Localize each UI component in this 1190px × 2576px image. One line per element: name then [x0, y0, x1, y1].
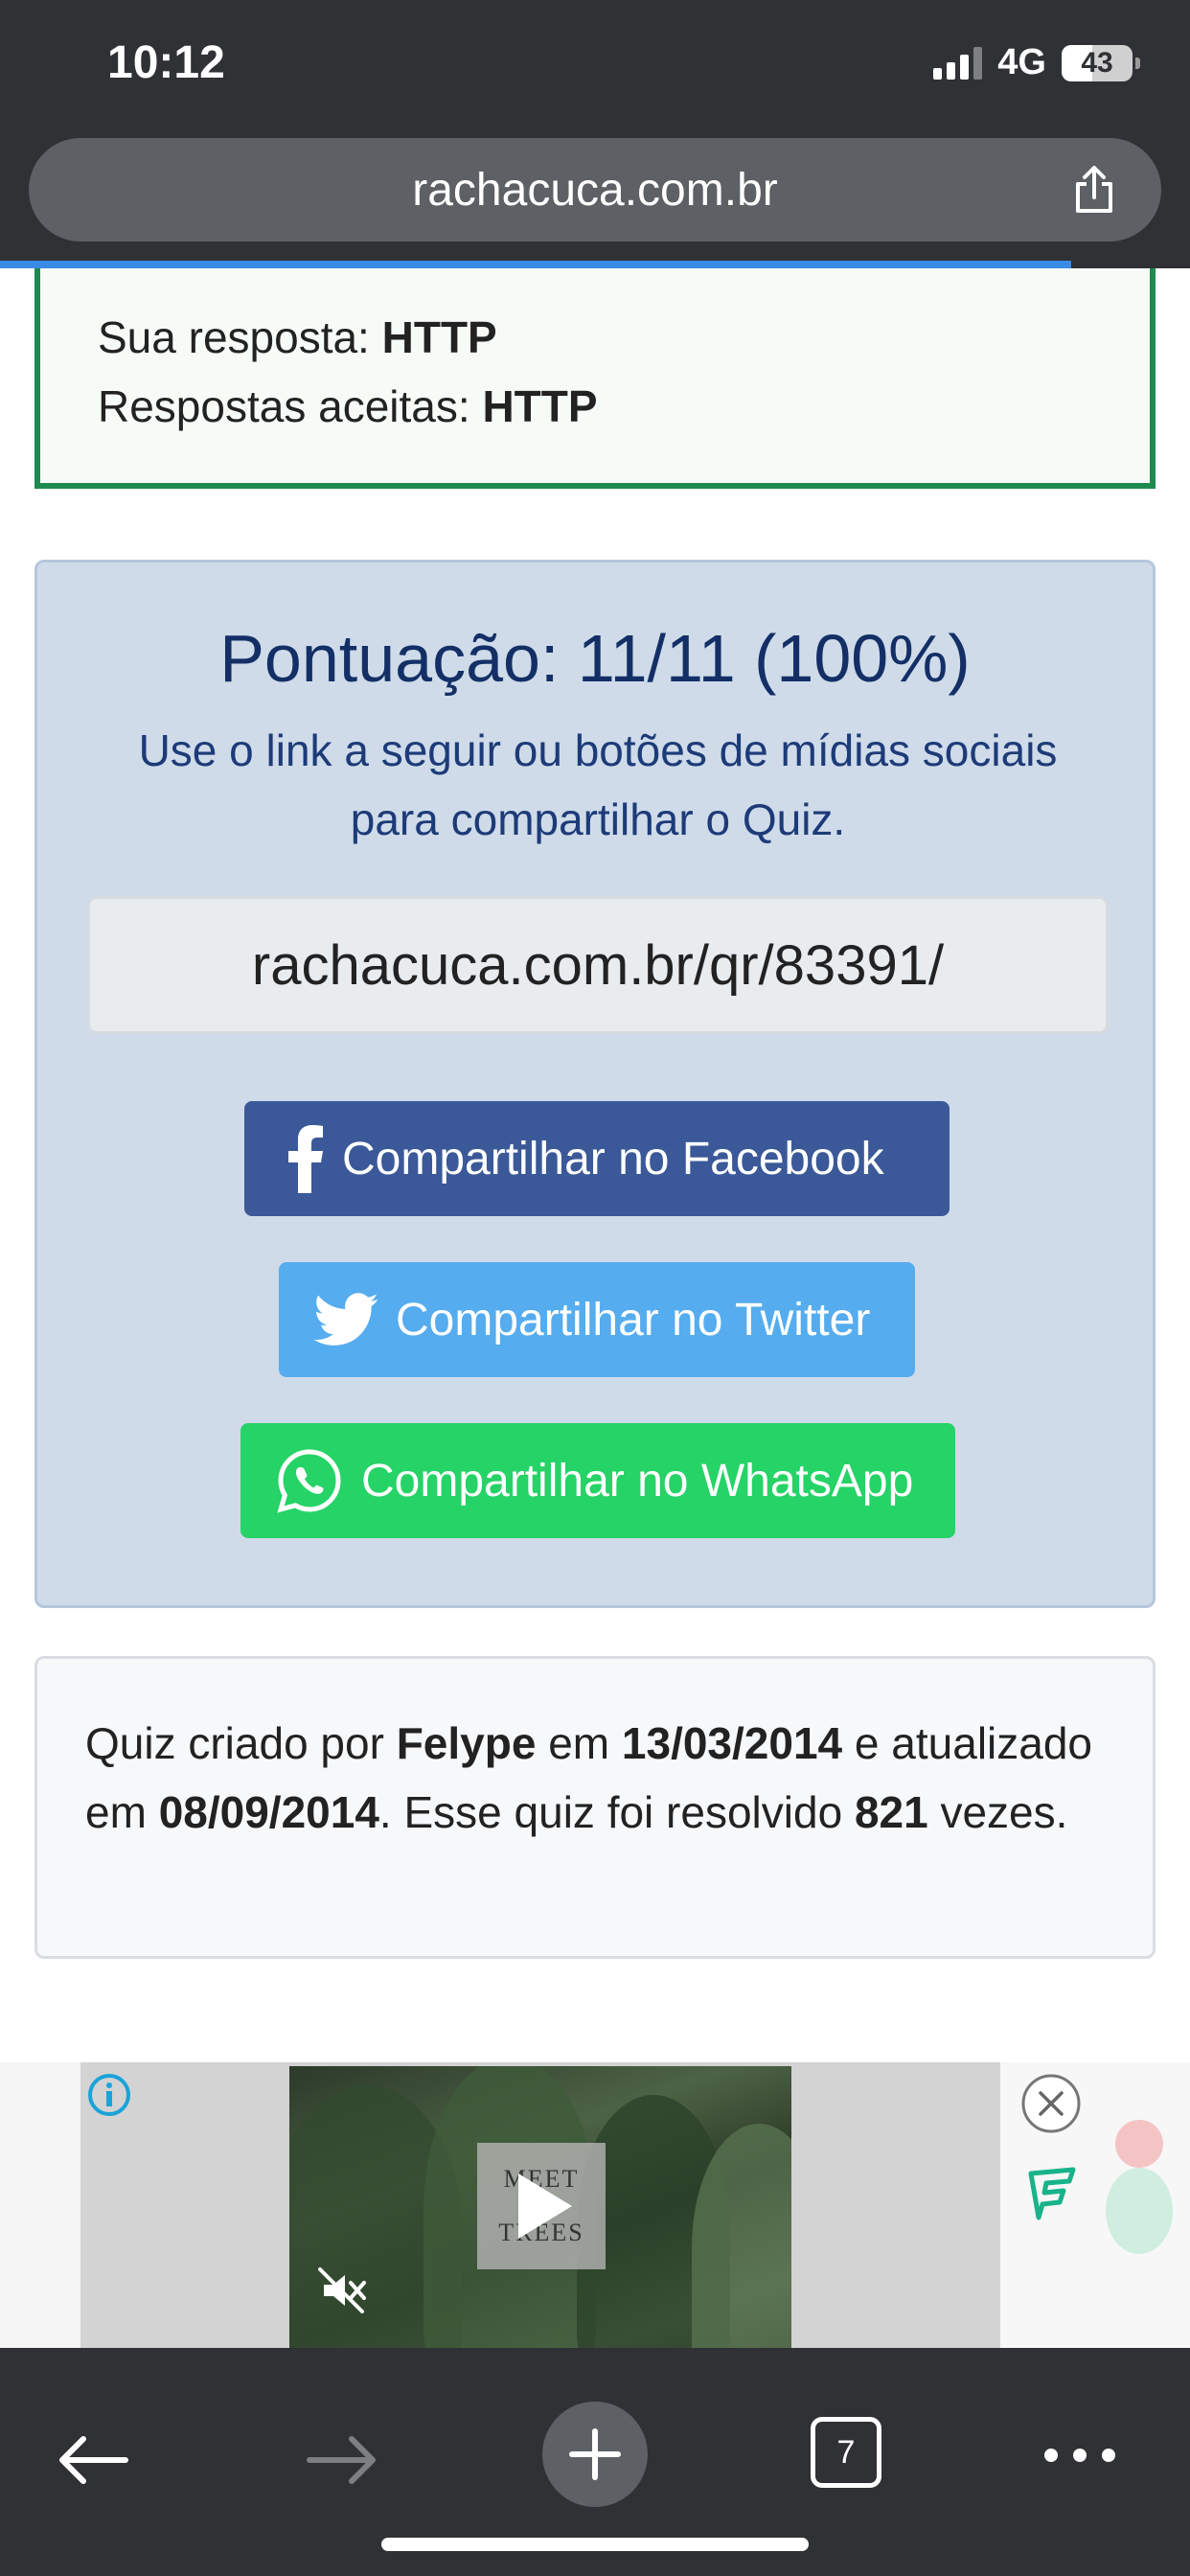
your-answer-label: Sua resposta: [98, 312, 370, 362]
share-twitter-label: Compartilhar no Twitter [396, 1294, 871, 1346]
updated-date: 08/09/2014 [158, 1787, 379, 1837]
solved-count: 821 [854, 1787, 928, 1837]
quiz-author: Felype [396, 1718, 537, 1768]
forward-button[interactable] [299, 2417, 385, 2503]
accepted-answers-row: Respostas aceitas: HTTP [98, 372, 1150, 441]
twitter-icon [313, 1293, 378, 1346]
answer-box: Sua resposta: HTTP Respostas aceitas: HT… [34, 268, 1156, 489]
new-tab-button[interactable] [542, 2402, 648, 2507]
address-bar[interactable]: rachacuca.com.br [29, 138, 1161, 242]
play-icon [518, 2174, 572, 2239]
score-description: Use o link a seguir ou botões de mídias … [138, 725, 1058, 844]
ad-info-icon[interactable] [86, 2072, 132, 2118]
share-icon[interactable] [1065, 161, 1123, 218]
back-button[interactable] [50, 2417, 136, 2503]
battery-icon: 43 [1062, 44, 1140, 81]
network-type: 4G [997, 42, 1046, 82]
url-text: rachacuca.com.br [412, 164, 778, 216]
solved-text: . Esse quiz foi resolvido [378, 1787, 843, 1837]
more-dots-icon [1044, 2449, 1115, 2462]
score-card: Pontuação: 11/11 (100%) Use o link a seg… [34, 560, 1156, 1608]
more-menu-button[interactable] [1037, 2426, 1123, 2484]
share-link-field[interactable]: rachacuca.com.br/qr/83391/ [87, 896, 1109, 1034]
whatsapp-icon [275, 1446, 344, 1515]
share-whatsapp-label: Compartilhar no WhatsApp [361, 1455, 914, 1506]
score-title: Pontuação: 11/11 (100%) [219, 621, 971, 696]
times-text: vezes. [940, 1787, 1068, 1837]
ad-brand-icon[interactable] [1021, 2164, 1081, 2223]
share-twitter-button[interactable]: Compartilhar no Twitter [279, 1262, 915, 1377]
browser-top-bar: 10:12 4G 43 rachacuca.com.br [0, 0, 1190, 268]
created-date: 13/03/2014 [621, 1718, 843, 1768]
quiz-info-card: Quiz criado por Felype em 13/03/2014 e a… [34, 1656, 1156, 1959]
plus-icon [569, 2428, 621, 2480]
mute-icon[interactable] [316, 2264, 370, 2317]
ad-play-button[interactable]: MEET TREES [477, 2143, 606, 2269]
home-indicator[interactable] [381, 2538, 809, 2551]
status-indicators: 4G 43 [933, 42, 1140, 83]
em-text: em [548, 1718, 610, 1768]
forward-arrow-icon [307, 2436, 376, 2484]
accepted-answers-value: HTTP [482, 381, 598, 431]
tabs-button[interactable]: 7 [811, 2417, 881, 2488]
created-by-text: Quiz criado por [85, 1718, 384, 1768]
share-whatsapp-button[interactable]: Compartilhar no WhatsApp [240, 1423, 955, 1538]
share-facebook-label: Compartilhar no Facebook [342, 1133, 884, 1184]
back-arrow-icon [59, 2436, 128, 2484]
status-time: 10:12 [107, 37, 225, 88]
signal-icon [933, 46, 983, 80]
your-answer-value: HTTP [381, 312, 497, 362]
accepted-answers-label: Respostas aceitas: [98, 381, 470, 431]
share-facebook-button[interactable]: Compartilhar no Facebook [244, 1101, 950, 1216]
your-answer-row: Sua resposta: HTTP [98, 303, 1150, 372]
battery-level: 43 [1081, 46, 1113, 79]
ad-close-icon[interactable] [1019, 2072, 1083, 2135]
facebook-icon [286, 1124, 325, 1193]
page-load-progress [0, 261, 1071, 268]
